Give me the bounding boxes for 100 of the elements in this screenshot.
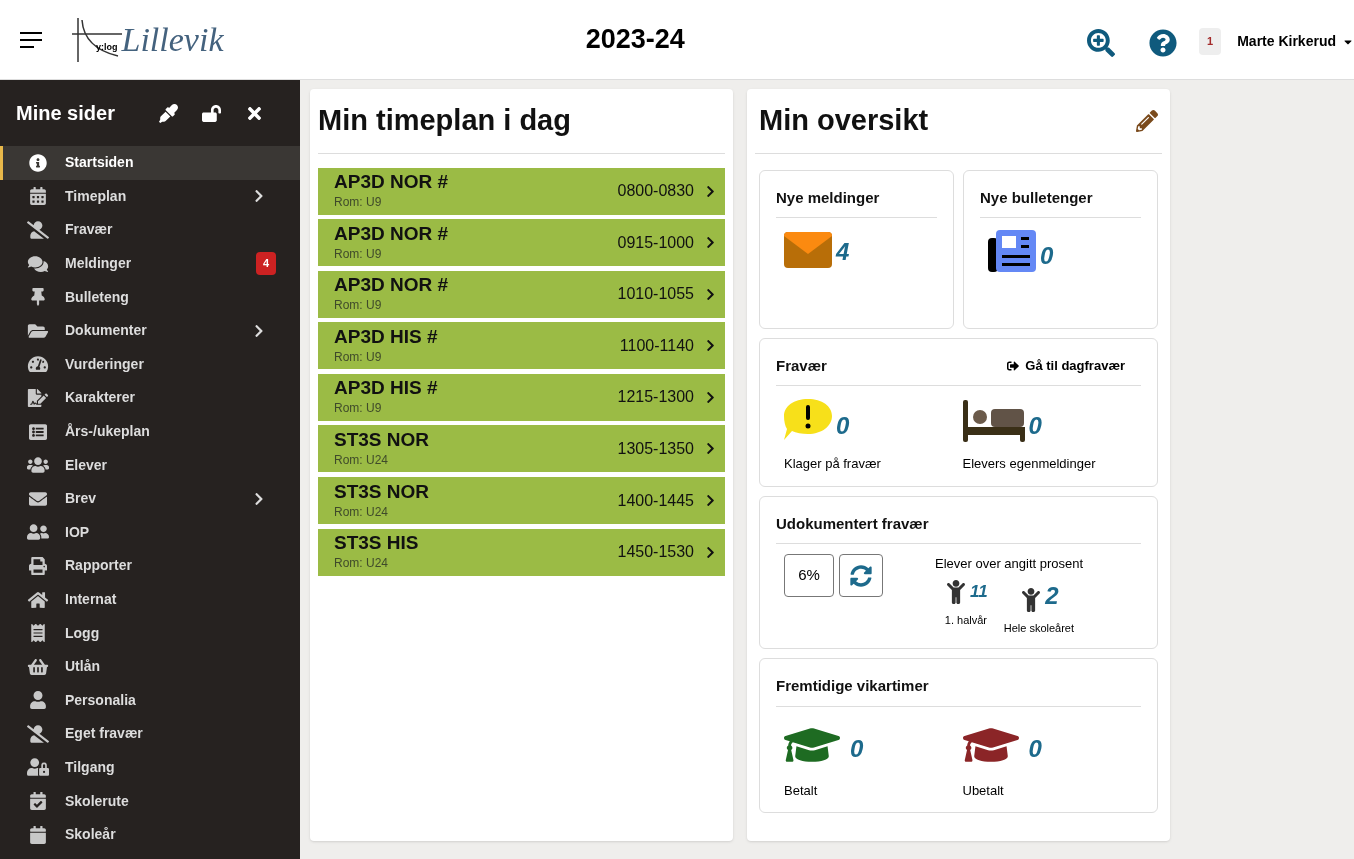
- sidebar-item-label: Rapporter: [65, 556, 133, 576]
- lesson-row[interactable]: ST3S NOR Rom: U24 1400-1445: [318, 477, 725, 525]
- count: 11: [970, 580, 988, 603]
- room-label: Rom: U9: [334, 297, 383, 315]
- sidebar-item[interactable]: Eget fravær: [0, 717, 300, 751]
- count: 0: [1040, 241, 1054, 271]
- folder-icon: [27, 321, 49, 340]
- stat-label: Hele skoleåret: [1003, 620, 1075, 636]
- sidebar-item[interactable]: Brev: [0, 481, 300, 516]
- envelope-icon: [27, 489, 49, 508]
- info-icon: [27, 153, 49, 172]
- refresh-button[interactable]: [839, 554, 883, 597]
- sidebar-item[interactable]: Timeplan: [0, 179, 300, 214]
- people-icon: [27, 456, 49, 475]
- lesson-row[interactable]: AP3D NOR # Rom: U9 0800-0830: [318, 167, 725, 215]
- lesson-time: 0800-0830: [617, 181, 694, 201]
- card-title: Udokumentert fravær: [776, 513, 929, 534]
- lesson-row[interactable]: AP3D NOR # Rom: U9 1010-1055: [318, 270, 725, 318]
- pencil-icon[interactable]: [1136, 109, 1158, 132]
- stat-label: Ubetalt: [962, 781, 1005, 800]
- day-absence-link[interactable]: Gå til dagfravær: [1007, 356, 1125, 376]
- eyedropper-icon[interactable]: [159, 103, 178, 123]
- panel-title: Min timeplan i dag: [318, 89, 725, 154]
- count-badge: 4: [255, 252, 276, 275]
- course-name: ST3S NOR: [334, 480, 431, 503]
- course-name: AP3D HIS #: [334, 377, 439, 400]
- sidebar-item[interactable]: Dokumenter: [0, 313, 300, 348]
- lesson-row[interactable]: AP3D HIS # Rom: U9 1100-1140: [318, 322, 725, 370]
- group-icon: [27, 523, 49, 542]
- sidebar-item-label: Elever: [65, 455, 109, 475]
- room-label: Rom: U9: [334, 194, 383, 211]
- sidebar-item-label: Tilgang: [65, 758, 116, 777]
- sidebar-item[interactable]: Logg: [0, 616, 300, 650]
- newspaper-icon: [988, 230, 1036, 272]
- unlock-icon[interactable]: [202, 103, 221, 123]
- chevron-right-icon: [704, 545, 717, 559]
- sidebar-item[interactable]: Års-/ukeplan: [0, 414, 300, 449]
- course-name: ST3S HIS: [334, 532, 420, 555]
- exclamation-speech-bubble-icon: [784, 398, 832, 442]
- lesson-time: 0915-1000: [617, 232, 694, 253]
- logo-text: Lillevik: [121, 20, 224, 60]
- chevron-right-icon: [704, 236, 717, 250]
- calendar-icon: [27, 187, 49, 206]
- sidebar-item[interactable]: Personalia: [0, 683, 300, 718]
- person-lock-icon: [27, 758, 49, 777]
- exit-arrow-icon: [1007, 359, 1020, 372]
- sidebar-item-label: Dokumenter: [65, 321, 148, 341]
- chevron-right-icon: [704, 442, 717, 456]
- card-title: Nye meldinger: [776, 187, 880, 208]
- count: 0: [850, 733, 864, 764]
- lesson-row[interactable]: ST3S HIS Rom: U24 1450-1530: [318, 528, 725, 576]
- sidebar-item[interactable]: Meldinger 4: [0, 246, 300, 281]
- sidebar-item[interactable]: Rapporter: [0, 549, 300, 583]
- sidebar-item[interactable]: Vurderinger: [0, 347, 300, 382]
- user-name[interactable]: Marte Kirkerud: [1237, 31, 1336, 52]
- sidebar-item[interactable]: Tilgang: [0, 750, 300, 785]
- sidebar-item[interactable]: IOP: [0, 515, 300, 550]
- sidebar-item[interactable]: Skolerute: [0, 784, 300, 818]
- school-year-title: 2023-24: [585, 23, 685, 57]
- person-icon: [27, 691, 49, 710]
- help-icon[interactable]: [1149, 28, 1178, 57]
- chevron-right-icon: [704, 287, 717, 301]
- sidebar-item-label: Internat: [65, 590, 118, 609]
- lesson-row[interactable]: AP3D NOR # Rom: U9 0915-1000: [318, 219, 725, 267]
- sidebar-item-label: IOP: [65, 522, 91, 542]
- room-label: Rom: U9: [334, 400, 383, 418]
- card-title: Fremtidige vikartimer: [776, 676, 929, 696]
- sidebar-item[interactable]: Fravær: [0, 213, 300, 247]
- stat-label: 1. halvår: [944, 612, 987, 628]
- notification-badge[interactable]: 1: [1199, 28, 1222, 55]
- sidebar-item-label: Logg: [65, 623, 101, 643]
- chevron-right-icon: [704, 494, 717, 508]
- card-title: Fravær: [776, 355, 827, 376]
- sidebar-item[interactable]: Startsiden: [0, 146, 300, 180]
- person-slash-icon: [27, 724, 49, 743]
- sidebar-item-label: Års-/ukeplan: [65, 422, 151, 442]
- sidebar-item[interactable]: Internat: [0, 582, 300, 617]
- sidebar-item-label: Timeplan: [65, 186, 128, 206]
- percent-field[interactable]: 6%: [784, 554, 834, 597]
- sidebar-item-label: Personalia: [65, 690, 137, 710]
- sidebar-item-label: Vurderinger: [65, 354, 145, 374]
- course-name: AP3D NOR #: [334, 171, 450, 193]
- sidebar-item[interactable]: Elever: [0, 448, 300, 482]
- sidebar-item[interactable]: Bulleteng: [0, 280, 300, 314]
- lesson-row[interactable]: AP3D HIS # Rom: U9 1215-1300: [318, 373, 725, 421]
- sidebar-item[interactable]: Karakterer: [0, 381, 300, 415]
- sidebar-item[interactable]: Skoleår: [0, 817, 300, 852]
- course-name: AP3D NOR #: [334, 274, 450, 297]
- lesson-row[interactable]: ST3S NOR Rom: U24 1305-1350: [318, 425, 725, 473]
- sidebar-item-label: Eget fravær: [65, 724, 144, 744]
- sidebar-item[interactable]: Utlån: [0, 649, 300, 684]
- sidebar-item-label: Skoleår: [65, 825, 117, 845]
- chevron-right-icon: [704, 390, 717, 404]
- sidebar-item-label: Brev: [65, 489, 98, 509]
- lesson-time: 1215-1300: [617, 387, 694, 408]
- course-name: ST3S NOR: [334, 428, 431, 451]
- menu-button[interactable]: [20, 31, 44, 48]
- sidebar-item-label: Fravær: [65, 220, 114, 240]
- count: 4: [836, 237, 850, 267]
- zoom-in-icon[interactable]: [1087, 28, 1116, 57]
